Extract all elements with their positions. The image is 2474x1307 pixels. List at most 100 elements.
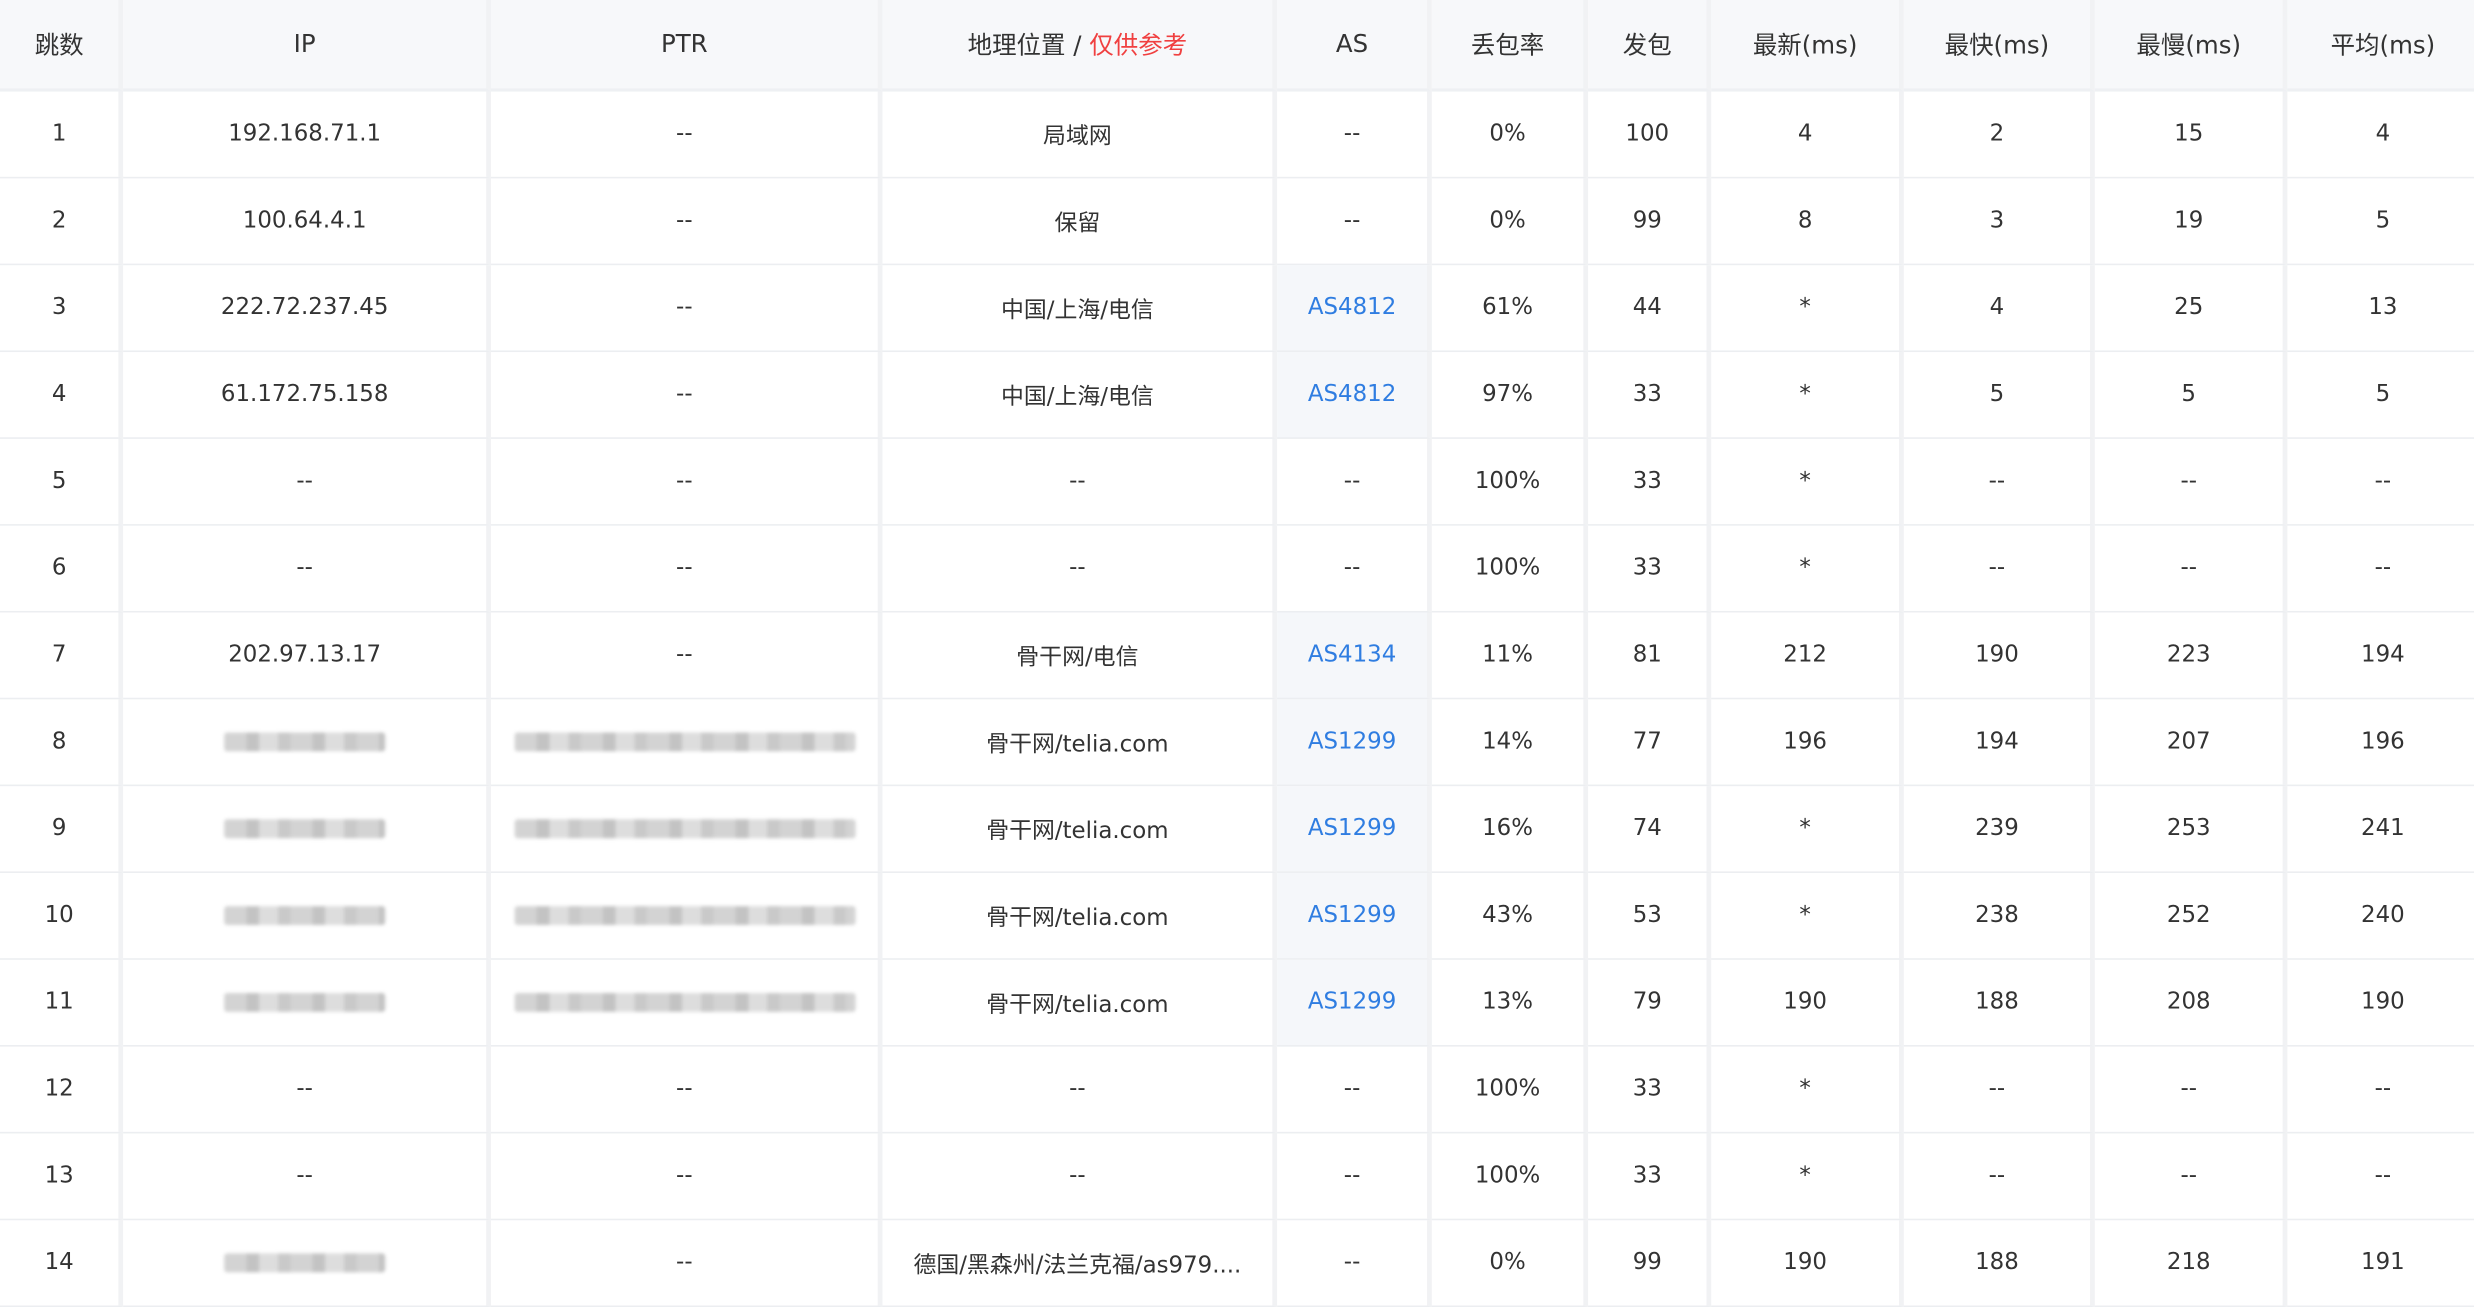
table-row[interactable]: 6 -- -- -- -- 100% 33 * -- -- --: [0, 525, 2474, 613]
geo-cell-text: --: [1069, 1163, 1086, 1189]
last-cell: *: [1711, 786, 1904, 873]
col-ptr[interactable]: PTR: [490, 0, 883, 92]
avg-cell: --: [2287, 1133, 2474, 1221]
last-cell: *: [1711, 438, 1904, 526]
ptr-cell: [490, 959, 883, 1047]
last-cell-text: 8: [1797, 208, 1813, 234]
hop-cell-text: 1: [51, 121, 67, 147]
avg-cell: --: [2287, 526, 2474, 613]
as-link[interactable]: AS1299: [1308, 729, 1396, 754]
geo-cell: 骨干网/telia.com: [882, 699, 1278, 787]
sent-cell: 74: [1588, 786, 1712, 873]
best-cell: 238: [1903, 872, 2095, 960]
as-cell[interactable]: AS1299: [1277, 872, 1432, 960]
table-row[interactable]: 2 100.64.4.1 -- 保留 -- 0% 99 8 3 19 5: [0, 178, 2474, 266]
table-row[interactable]: 9 骨干网/telia.com AS1299 16% 74 * 239 253 241: [0, 786, 2474, 873]
geo-cell-text: 骨干网/telia.com: [986, 992, 1169, 1018]
sent-cell: 77: [1588, 699, 1712, 787]
loss-cell: 14%: [1431, 699, 1589, 787]
col-best[interactable]: 最快(ms): [1903, 0, 2095, 92]
table-row[interactable]: 14 -- 德国/黑森州/法兰克福/as979.... -- 0% 99 190 188 218…: [0, 1220, 2474, 1307]
geo-cell: --: [882, 438, 1278, 526]
redacted-ptr: [513, 732, 855, 752]
geo-cell: 中国/上海/电信: [882, 352, 1278, 439]
ip-cell-text: --: [296, 555, 313, 581]
as-cell[interactable]: AS1299: [1277, 959, 1432, 1047]
as-link[interactable]: AS4812: [1308, 382, 1396, 407]
worst-cell: --: [2094, 525, 2288, 613]
as-link[interactable]: AS4812: [1308, 295, 1396, 320]
hop-cell: 3: [0, 265, 124, 353]
hop-cell-text: 4: [51, 382, 67, 408]
ip-cell: --: [123, 525, 491, 613]
worst-cell-text: 15: [2174, 121, 2204, 147]
loss-cell-text: 13%: [1482, 989, 1533, 1016]
col-worst[interactable]: 最慢(ms): [2094, 0, 2288, 92]
avg-cell: --: [2287, 1047, 2474, 1134]
col-avg[interactable]: 平均(ms): [2287, 0, 2474, 92]
avg-cell-text: 190: [2361, 989, 2405, 1016]
sent-cell: 33: [1588, 1046, 1712, 1134]
hop-cell-text: 9: [51, 816, 67, 842]
ptr-cell: --: [490, 1220, 883, 1307]
sent-cell-text: 53: [1632, 902, 1662, 929]
as-cell[interactable]: AS4812: [1277, 265, 1432, 353]
avg-cell-text: --: [2374, 555, 2392, 581]
as-cell[interactable]: AS1299: [1277, 786, 1432, 873]
best-cell-text: 2: [1989, 121, 2005, 147]
loss-cell: 16%: [1431, 786, 1589, 873]
col-ip[interactable]: IP: [123, 0, 491, 92]
as-link[interactable]: AS1299: [1308, 990, 1396, 1015]
as-cell[interactable]: AS4134: [1277, 612, 1432, 700]
ptr-cell: --: [490, 1046, 883, 1134]
as-cell: --: [1277, 525, 1432, 613]
worst-cell: 15: [2094, 91, 2288, 179]
geo-cell-text: 骨干网/telia.com: [986, 731, 1169, 757]
table-row[interactable]: 1 192.168.71.1 -- 局域网 -- 0% 100 4 2 15 4: [0, 91, 2474, 179]
table-row[interactable]: 10 骨干网/telia.com AS1299 43% 53 * 238 252 240: [0, 872, 2474, 960]
hop-cell-text: 6: [51, 555, 67, 581]
table-row[interactable]: 11 骨干网/telia.com AS1299 13% 79 190 188 208 190: [0, 959, 2474, 1047]
traceroute-table: 跳数 IP PTR 地理位置 / 仅供参考 AS 丢包率 发包 最新(ms) 最…: [0, 0, 2474, 1307]
sent-cell: 99: [1588, 178, 1712, 266]
table-row[interactable]: 12 -- -- -- -- 100% 33 * -- -- --: [0, 1046, 2474, 1134]
worst-cell-text: 218: [2166, 1250, 2211, 1276]
hop-cell-text: 2: [51, 208, 67, 234]
as-link[interactable]: AS1299: [1308, 903, 1396, 928]
col-loss[interactable]: 丢包率: [1431, 0, 1589, 92]
sent-cell-text: 33: [1632, 468, 1662, 495]
table-row[interactable]: 4 61.172.75.158 -- 中国/上海/电信 AS4812 97% 33 * 5 5 5: [0, 352, 2474, 439]
hop-cell: 1: [0, 91, 124, 179]
ip-cell: 222.72.237.45: [123, 265, 491, 353]
avg-cell: 13: [2287, 265, 2474, 353]
last-cell: 8: [1711, 178, 1904, 266]
as-cell-text: --: [1343, 1076, 1361, 1102]
loss-cell: 97%: [1431, 352, 1589, 439]
table-row[interactable]: 13 -- -- -- -- 100% 33 * -- -- --: [0, 1133, 2474, 1221]
col-geo[interactable]: 地理位置 / 仅供参考: [882, 0, 1278, 92]
loss-cell: 11%: [1431, 612, 1589, 700]
sent-cell-text: 99: [1632, 208, 1662, 234]
hop-cell-text: 7: [51, 642, 67, 668]
ptr-cell: --: [490, 352, 883, 439]
table-row[interactable]: 3 222.72.237.45 -- 中国/上海/电信 AS4812 61% 44 * 4 25 1…: [0, 265, 2474, 353]
geo-cell: 骨干网/电信: [882, 612, 1278, 700]
as-link[interactable]: AS4134: [1308, 642, 1396, 667]
as-cell[interactable]: AS1299: [1277, 699, 1432, 787]
table-row[interactable]: 5 -- -- -- -- 100% 33 * -- -- --: [0, 438, 2474, 526]
as-link[interactable]: AS1299: [1308, 816, 1396, 841]
col-hop[interactable]: 跳数: [0, 0, 124, 92]
loss-cell-text: 14%: [1482, 729, 1533, 755]
avg-cell: 196: [2287, 699, 2474, 787]
table-row[interactable]: 8 骨干网/telia.com AS1299 14% 77 196 194 207 196: [0, 699, 2474, 787]
loss-cell-text: 61%: [1482, 295, 1533, 321]
col-last[interactable]: 最新(ms): [1711, 0, 1904, 92]
ptr-cell-text: --: [676, 1250, 693, 1276]
table-row[interactable]: 7 202.97.13.17 -- 骨干网/电信 AS4134 11% 81 212 190 22…: [0, 612, 2474, 700]
col-as[interactable]: AS: [1277, 0, 1432, 92]
sent-cell: 100: [1588, 91, 1712, 179]
sent-cell: 99: [1588, 1220, 1712, 1307]
col-sent[interactable]: 发包: [1588, 0, 1712, 92]
as-cell[interactable]: AS4812: [1277, 352, 1432, 439]
sent-cell: 33: [1588, 438, 1712, 526]
